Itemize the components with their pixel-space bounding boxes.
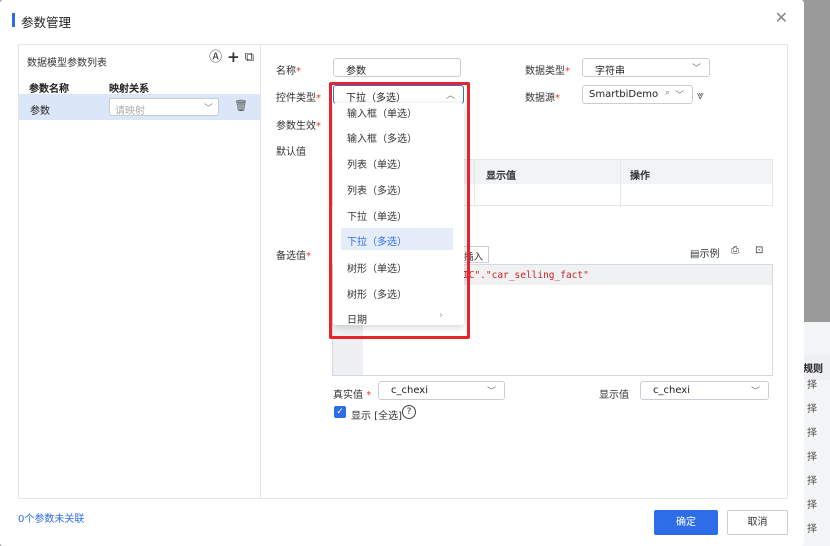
filter-icon[interactable]: ⩔ (697, 88, 704, 103)
real-value-text: c_chexi (391, 385, 429, 396)
data-source-select[interactable]: SmartbiDemo ⌕ ﹀ (582, 85, 693, 104)
unlinked-params-link[interactable]: 0个参数未关联 (18, 510, 84, 525)
auto-map-icon[interactable]: Ⓐ (209, 51, 222, 64)
dropdown-item[interactable]: 列表（多选） (341, 177, 453, 199)
dropdown-item[interactable]: 树形（单选） (341, 255, 453, 277)
chevron-down-icon: ﹀ (486, 387, 496, 397)
ok-button[interactable]: 确定 (654, 510, 718, 535)
chevron-down-icon: ﹀ (750, 387, 760, 397)
display-value-label: 显示值 (599, 390, 629, 401)
background-cell: 择 (807, 524, 817, 535)
dialog-title-bar: 参数管理 ✕ (0, 0, 804, 40)
options-label: 备选值* (276, 251, 311, 262)
background-cell: 择 (807, 476, 817, 487)
help-icon[interactable]: ? (402, 405, 416, 419)
close-icon[interactable]: ✕ (775, 10, 788, 26)
dropdown-item[interactable]: 下拉（单选） (341, 203, 453, 225)
background-cell: 择 (807, 452, 817, 463)
real-value-label: 真实值 * (333, 390, 372, 401)
param-row-name: 参数 (30, 106, 50, 117)
data-source-label: 数据源* (525, 93, 560, 104)
search-icon: ⌕ (664, 88, 670, 98)
param-management-dialog: 参数管理 ✕ 数据模型参数列表 Ⓐ + ⧉ 参数名称 映射关系 参数 请映射 ﹀… (0, 0, 804, 546)
col-header-param-name: 参数名称 (29, 84, 69, 95)
dialog-title: 参数管理 (21, 15, 72, 30)
col-header-mapping: 映射关系 (109, 84, 149, 95)
chevron-down-icon: ﹀ (203, 104, 213, 114)
dropdown-item[interactable]: 输入框（单选） (341, 103, 453, 122)
control-type-dropdown: 输入框（单选） 输入框（多选） 列表（单选） 列表（多选） 下拉（单选） 下拉（… (333, 103, 464, 325)
data-type-select[interactable]: 字符串 ﹀ (582, 58, 710, 77)
name-label: 名称* (276, 66, 301, 77)
param-effect-label: 参数生效* (276, 121, 321, 132)
param-list-panel: 数据模型参数列表 Ⓐ + ⧉ 参数名称 映射关系 参数 请映射 ﹀ 🗑 (18, 44, 261, 499)
data-type-value: 字符串 (595, 66, 625, 77)
dropdown-item-date[interactable]: 日期 › (341, 306, 453, 325)
control-type-label: 控件类型* (276, 93, 321, 104)
display-value-text: c_chexi (653, 385, 691, 396)
default-value-label: 默认值 (276, 147, 306, 158)
table-divider (474, 160, 475, 207)
format-icon[interactable]: ⎙ (731, 245, 739, 256)
copy-icon[interactable]: ⧉ (245, 51, 254, 64)
chevron-down-icon: ﹀ (674, 91, 684, 101)
chevron-down-icon: ﹀ (691, 64, 701, 74)
dropdown-item[interactable]: 列表（单选） (341, 151, 453, 173)
chevron-right-icon: › (439, 310, 443, 321)
col-header-display: 显示值 (486, 171, 516, 182)
show-all-label: 显示 [全选] (351, 411, 402, 422)
name-input[interactable]: 参数 (333, 58, 461, 77)
display-value-select[interactable]: c_chexi ﹀ (640, 381, 769, 400)
mapping-placeholder: 请映射 (115, 106, 145, 117)
example-button[interactable]: ▤示例 (690, 245, 719, 260)
dropdown-item[interactable]: 输入框（多选） (341, 125, 453, 147)
show-all-checkbox[interactable]: ✓ (334, 406, 346, 418)
add-icon[interactable]: + (227, 50, 240, 65)
background-cell: 择 (807, 500, 817, 511)
sql-code-text: IC"."car_selling_fact" (463, 270, 589, 281)
background-cell: 择 (807, 404, 817, 415)
data-type-label: 数据类型* (525, 66, 570, 77)
background-cell: 择 (807, 428, 817, 439)
chevron-up-icon: ︿ (445, 91, 455, 101)
background-cell: 择 (807, 380, 817, 391)
real-value-select[interactable]: c_chexi ﹀ (378, 381, 505, 400)
param-row-selected[interactable]: 参数 请映射 ﹀ 🗑 (19, 94, 260, 120)
col-header-action: 操作 (630, 171, 650, 182)
dropdown-item-active[interactable]: 下拉（多选） (341, 228, 453, 250)
table-divider (620, 160, 621, 207)
dropdown-item[interactable]: 树形（多选） (341, 281, 453, 303)
cancel-button[interactable]: 取消 (727, 510, 788, 535)
param-list-toolbar: Ⓐ + ⧉ (209, 50, 254, 65)
data-source-value: SmartbiDemo (589, 89, 659, 100)
preview-icon[interactable]: ⊡ (755, 245, 763, 256)
title-accent-bar (12, 13, 15, 27)
control-type-select[interactable]: 下拉（多选） ︿ (333, 85, 464, 104)
trash-icon[interactable]: 🗑 (234, 99, 248, 112)
mapping-select[interactable]: 请映射 ﹀ (109, 98, 219, 117)
date-item-label: 日期 (347, 315, 367, 325)
param-list-title: 数据模型参数列表 (27, 58, 107, 69)
